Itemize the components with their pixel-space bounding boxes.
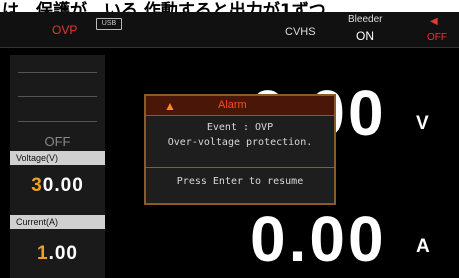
sidebar-panel: OFF Voltage(V) 30.00 Current(A) 1.00: [10, 55, 105, 278]
alarm-divider: [146, 167, 334, 168]
device-screen: OVP USB CVHS Bleeder ON ◀ OFF OFF Voltag…: [0, 12, 459, 278]
mode-indicator: CVHS: [285, 26, 316, 38]
alarm-dialog: ▲ Alarm Event : OVP Over-voltage protect…: [144, 94, 336, 205]
softkey-slot[interactable]: [18, 96, 97, 97]
usb-icon: USB: [96, 18, 122, 30]
alarm-message: Event : OVP Over-voltage protection.: [146, 120, 334, 150]
alarm-description: Over-voltage protection.: [167, 137, 313, 148]
resume-prompt[interactable]: Press Enter to resume: [146, 176, 334, 187]
current-setting[interactable]: 1.00: [10, 243, 105, 265]
alarm-title-bar: ▲ Alarm: [146, 96, 334, 116]
voltage-setting-cursor-digit: 3: [31, 175, 43, 196]
softkey-slot[interactable]: [18, 72, 97, 73]
warning-icon: ▲: [164, 99, 176, 113]
bleeder-label: Bleeder: [348, 14, 383, 25]
status-bar: OVP USB CVHS Bleeder ON ◀ OFF: [0, 12, 459, 48]
sound-state: OFF: [427, 32, 447, 43]
output-state-label[interactable]: OFF: [10, 134, 105, 149]
current-setting-cursor-digit: 1: [37, 243, 49, 264]
softkey-slot[interactable]: [18, 121, 97, 122]
voltage-unit: V: [416, 113, 429, 134]
voltage-setting[interactable]: 30.00: [10, 175, 105, 197]
ovp-indicator: OVP: [52, 23, 78, 37]
bleeder-value: ON: [356, 29, 374, 43]
speaker-icon: ◀: [430, 16, 438, 27]
alarm-title: Alarm: [218, 99, 247, 111]
voltage-header: Voltage(V): [10, 151, 105, 165]
voltage-setting-digits: 0.00: [42, 175, 84, 196]
current-setting-digits: .00: [48, 243, 78, 264]
current-header: Current(A): [10, 215, 105, 229]
current-readout: 0.00: [250, 203, 387, 275]
alarm-event: Event : OVP: [206, 122, 274, 133]
current-unit: A: [416, 236, 430, 257]
